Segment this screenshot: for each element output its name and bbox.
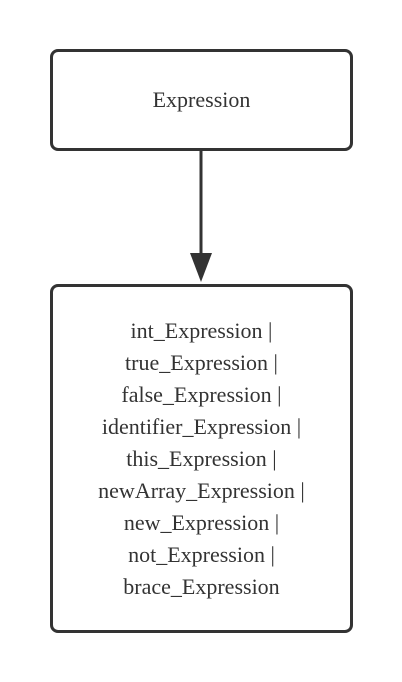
alternative-item: true_Expression | xyxy=(125,349,278,375)
alternative-item: identifier_Expression | xyxy=(101,413,302,439)
alternative-item: this_Expression | xyxy=(126,445,277,471)
alternatives-list: int_Expression | true_Expression | false… xyxy=(98,315,305,603)
expression-node: Expression xyxy=(50,49,353,151)
alternative-item: newArray_Expression | xyxy=(98,477,305,503)
alternative-item: false_Expression | xyxy=(121,381,282,407)
alternative-item: not_Expression | xyxy=(128,541,275,567)
alternative-item: int_Expression | xyxy=(130,317,273,343)
alternative-item: new_Expression | xyxy=(123,509,280,535)
alternative-item: brace_Expression xyxy=(123,573,280,599)
diagram-canvas: Expression int_Expression | true_Express… xyxy=(0,0,402,682)
arrow-head-icon xyxy=(190,253,212,282)
expression-alternatives-node: int_Expression | true_Expression | false… xyxy=(50,284,353,633)
expression-node-label: Expression xyxy=(152,87,251,112)
